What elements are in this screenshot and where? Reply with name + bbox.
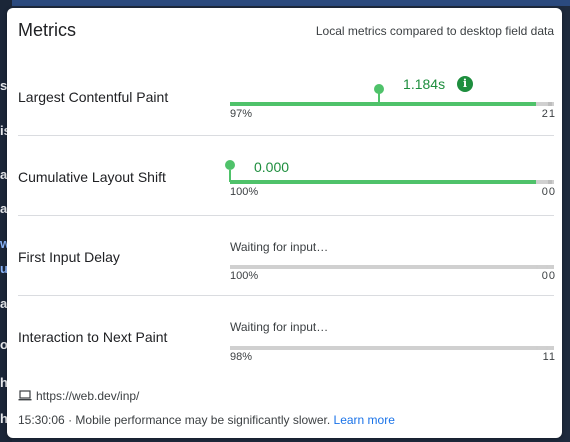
distribution-segment-needs-improvement bbox=[538, 180, 546, 184]
distribution-segment-poor bbox=[548, 265, 552, 269]
metric-label: Interaction to Next Paint bbox=[18, 329, 168, 345]
metric-row-cls: Cumulative Layout Shift 0.000 100% 00 bbox=[18, 136, 556, 216]
distribution-segment-needs-improvement bbox=[538, 346, 546, 350]
distribution-segment-needs-improvement bbox=[538, 265, 546, 269]
metric-row-lcp: Largest Contentful Paint 1.184s i 97% 21 bbox=[18, 56, 556, 136]
value-marker-dot bbox=[225, 160, 235, 170]
performance-note: Mobile performance may be significantly … bbox=[75, 413, 331, 427]
metric-value: 0.000 bbox=[254, 159, 290, 175]
panel-subtitle: Local metrics compared to desktop field … bbox=[315, 24, 554, 38]
distribution-segment-good bbox=[230, 180, 536, 184]
distribution-segment-good bbox=[230, 102, 536, 106]
learn-more-link[interactable]: Learn more bbox=[334, 413, 395, 427]
distribution-segment-poor bbox=[548, 180, 552, 184]
waiting-status: Waiting for input… bbox=[230, 320, 329, 334]
distribution-segment-needs-improvement bbox=[538, 102, 546, 106]
waiting-status: Waiting for input… bbox=[230, 240, 329, 254]
distribution-segment-poor bbox=[548, 102, 552, 106]
metric-row-inp: Interaction to Next Paint Waiting for in… bbox=[18, 296, 556, 376]
metric-label: First Input Delay bbox=[18, 249, 120, 265]
metric-value: 1.184s bbox=[403, 76, 446, 92]
poor-percentage: 00 bbox=[541, 270, 556, 282]
page-url-text: https://web.dev/inp/ bbox=[36, 389, 140, 403]
panel-header: Metrics Local metrics compared to deskto… bbox=[7, 8, 562, 54]
metric-label: Largest Contentful Paint bbox=[18, 89, 169, 105]
background-page-header bbox=[0, 0, 570, 6]
poor-percentage: 21 bbox=[541, 108, 556, 120]
page-url: https://web.dev/inp/ bbox=[18, 389, 139, 404]
distribution-segment-poor bbox=[548, 346, 552, 350]
metric-label: Cumulative Layout Shift bbox=[18, 169, 166, 185]
separator: · bbox=[68, 413, 73, 427]
info-icon[interactable]: i bbox=[457, 76, 473, 92]
good-percentage: 100% bbox=[230, 270, 259, 282]
panel-title: Metrics bbox=[18, 20, 76, 40]
distribution-segment-good bbox=[230, 265, 536, 269]
metrics-panel: Metrics Local metrics compared to deskto… bbox=[7, 8, 562, 438]
value-marker-dot bbox=[374, 84, 385, 94]
timestamp: 15:30:06 bbox=[18, 413, 65, 427]
poor-percentage: 11 bbox=[542, 351, 556, 363]
laptop-icon bbox=[18, 390, 32, 404]
footer-note: 15:30:06 · Mobile performance may be sig… bbox=[18, 413, 395, 427]
poor-percentage: 00 bbox=[541, 186, 556, 198]
good-percentage: 98% bbox=[230, 351, 253, 363]
metric-row-fid: First Input Delay Waiting for input… 100… bbox=[18, 216, 556, 296]
good-percentage: 97% bbox=[230, 108, 253, 120]
distribution-segment-good bbox=[230, 346, 536, 350]
good-percentage: 100% bbox=[230, 186, 259, 198]
